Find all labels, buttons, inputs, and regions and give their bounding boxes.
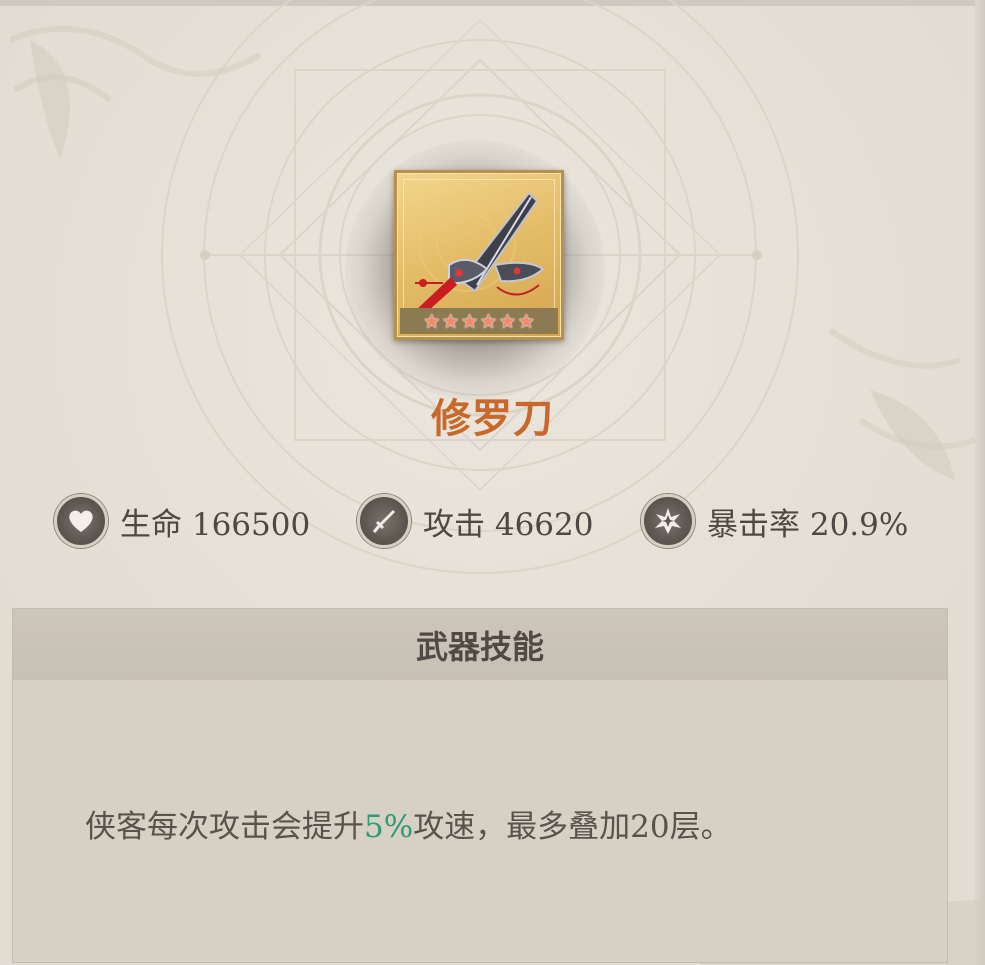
stat-crit: 暴击率 20.9% — [641, 492, 908, 550]
stat-attack-value: 46620 — [494, 506, 594, 543]
star-icon: ★ — [517, 309, 536, 333]
skill-desc-before: 侠客每次攻击会提升 — [85, 809, 364, 845]
sword-attack-icon — [357, 494, 411, 548]
stat-hp: 生命 166500 — [54, 492, 310, 550]
heart-icon — [54, 494, 108, 548]
stat-attack-text: 攻击 46620 — [423, 499, 593, 544]
star-icon: ★ — [460, 309, 479, 333]
item-name: 修罗刀 — [431, 395, 554, 442]
weapon-skill-panel: 武器技能 侠客每次攻击会提升5%攻速，最多叠加20层。 — [12, 608, 948, 963]
stat-hp-text: 生命 166500 — [120, 499, 310, 544]
stat-attack-label: 攻击 — [423, 506, 485, 543]
star-icon: ★ — [479, 309, 498, 333]
weapon-skill-description: 侠客每次攻击会提升5%攻速，最多叠加20层。 — [85, 801, 732, 846]
stat-attack: 攻击 46620 — [357, 492, 593, 550]
crit-burst-icon — [641, 494, 695, 548]
star-rating: ★ ★ ★ ★ ★ ★ — [400, 308, 558, 334]
item-icon-frame[interactable]: ★ ★ ★ ★ ★ ★ — [394, 170, 564, 340]
weapon-skill-header: 武器技能 — [13, 609, 947, 680]
stat-crit-value: 20.9% — [809, 506, 909, 543]
weapon-skill-title: 武器技能 — [415, 627, 544, 666]
stat-crit-label: 暴击率 — [707, 506, 800, 543]
skill-desc-highlight: 5% — [364, 809, 414, 845]
star-icon: ★ — [422, 309, 441, 333]
stat-hp-label: 生命 — [120, 506, 182, 543]
star-icon: ★ — [441, 309, 460, 333]
skill-desc-after: 攻速，最多叠加20层。 — [413, 809, 732, 845]
stat-crit-text: 暴击率 20.9% — [707, 499, 908, 544]
stat-hp-value: 166500 — [191, 506, 311, 543]
star-icon: ★ — [498, 309, 517, 333]
